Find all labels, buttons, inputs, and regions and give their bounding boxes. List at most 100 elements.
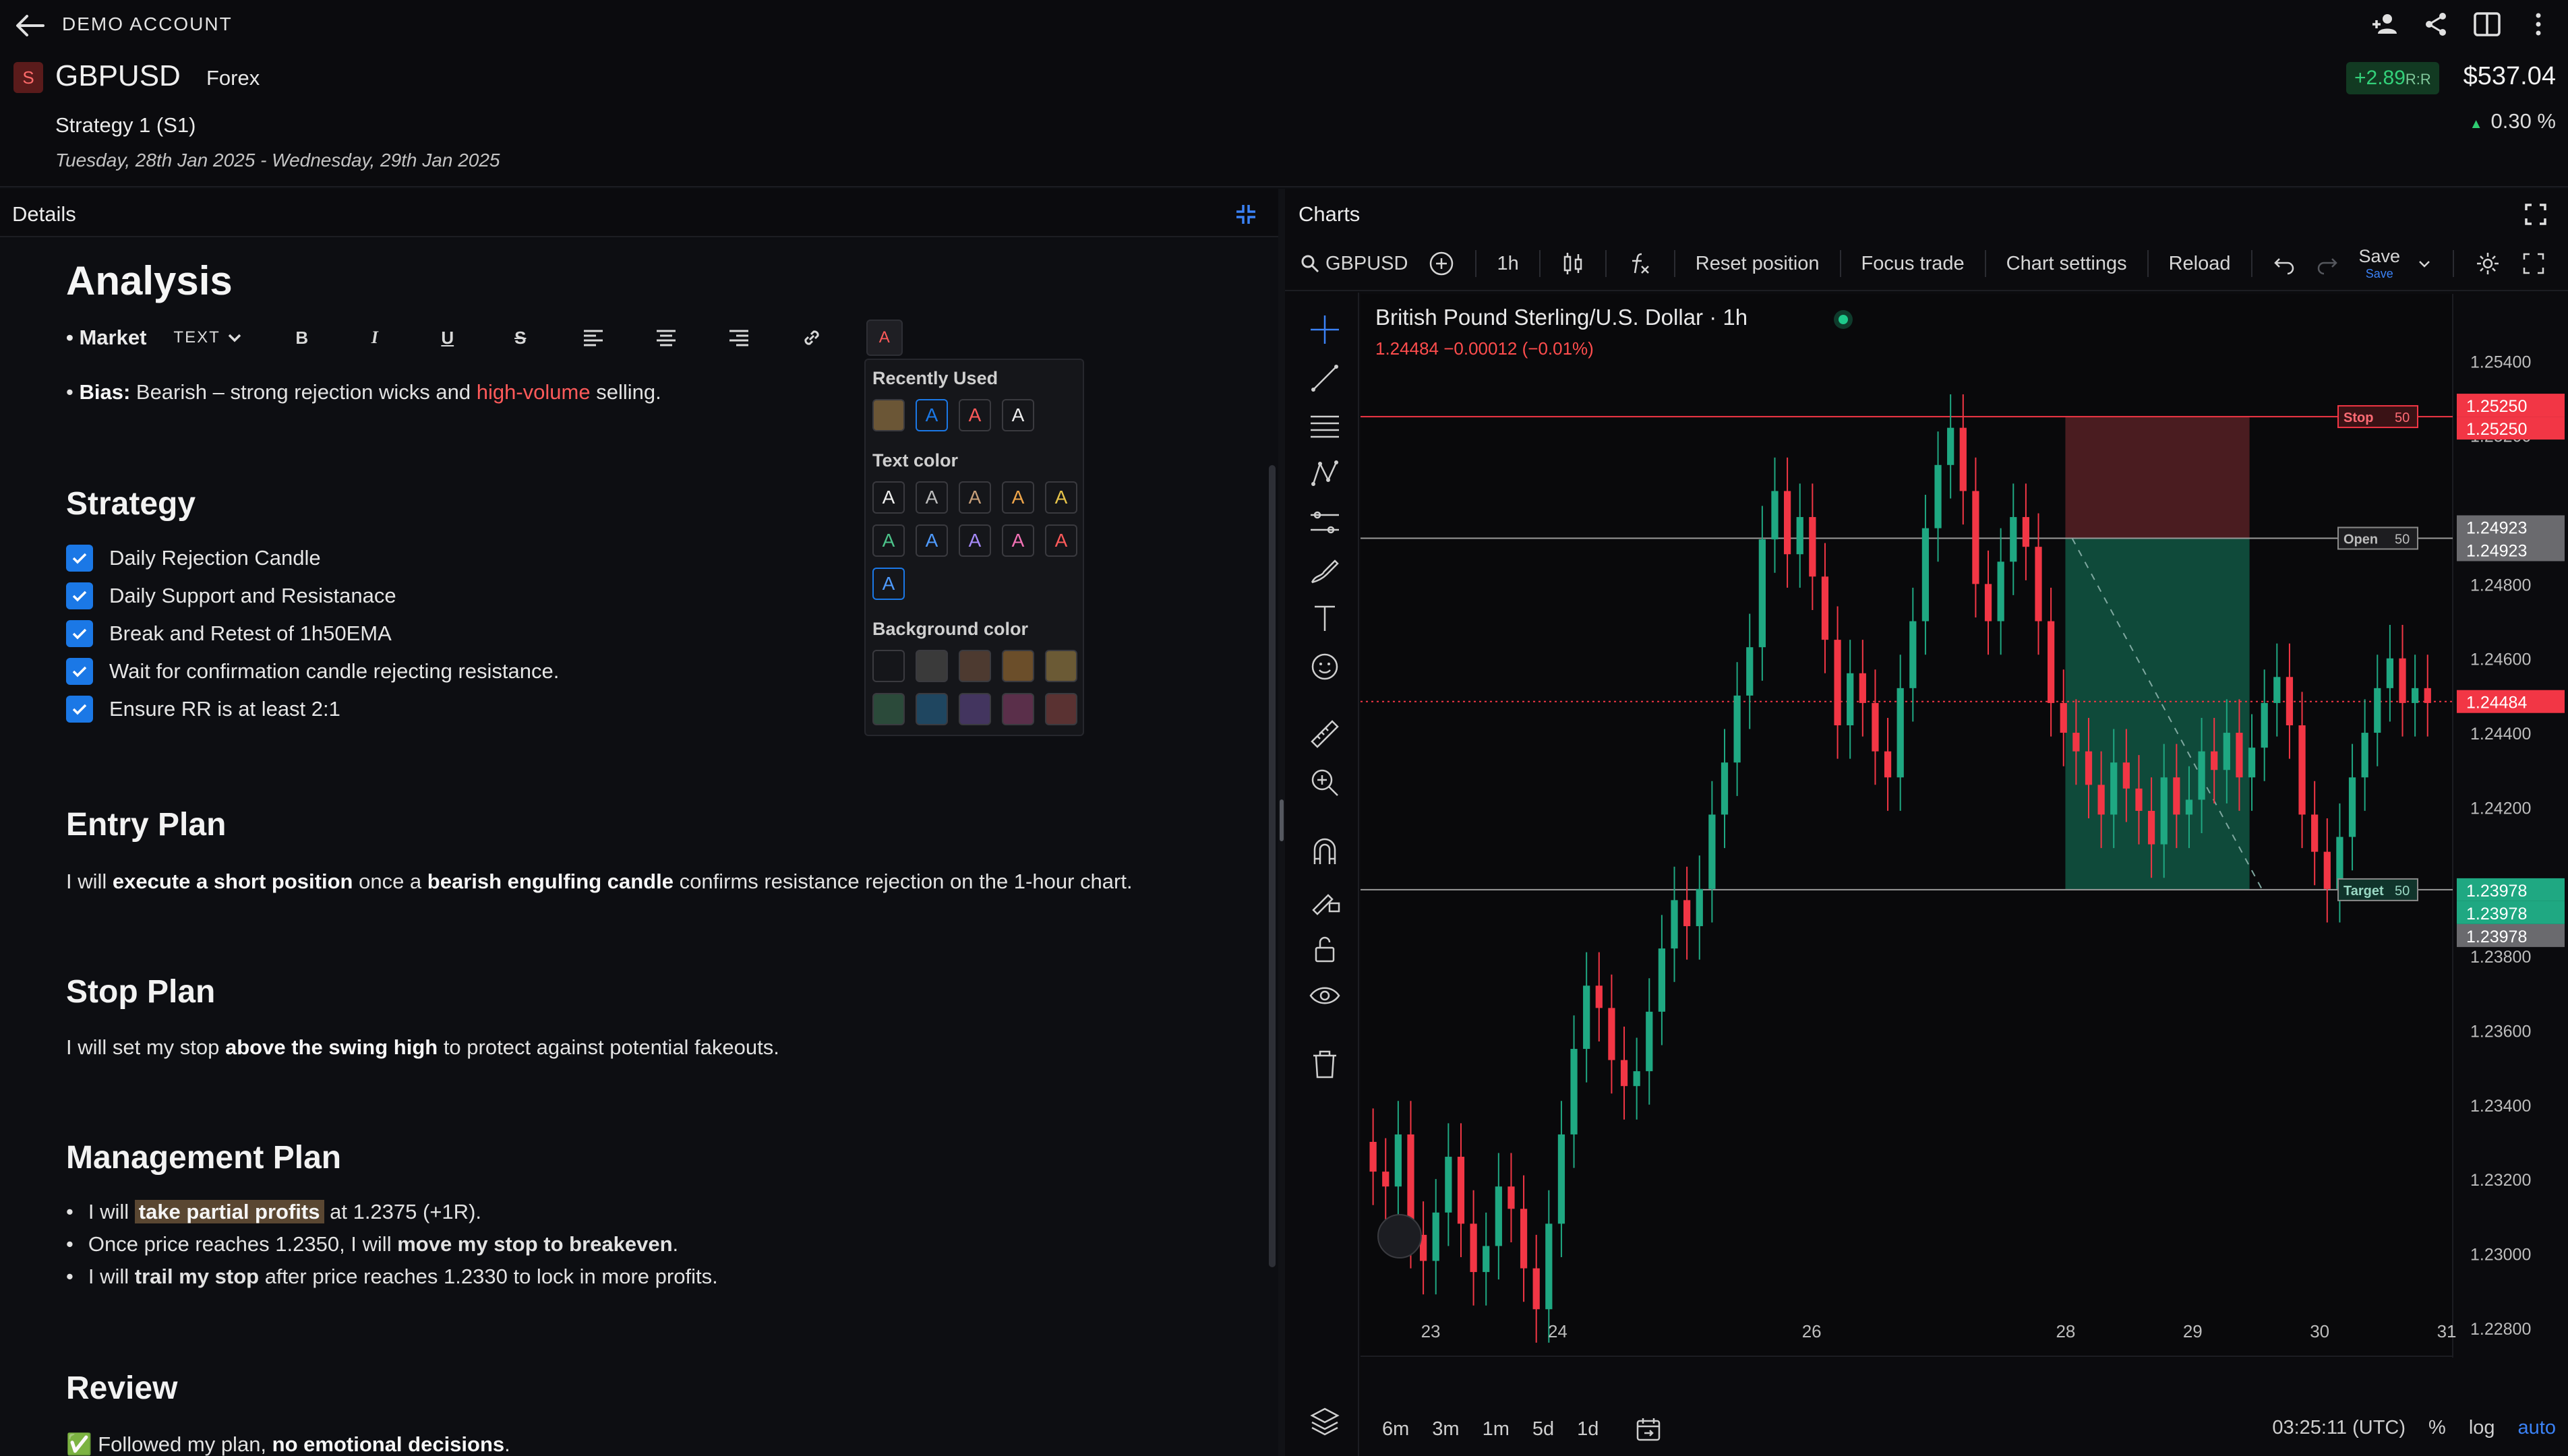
emoji-icon[interactable] [1308,650,1342,684]
forecast-icon[interactable] [1308,506,1342,539]
reload-button[interactable]: Reload [2169,253,2231,275]
auto-scale-toggle[interactable]: auto [2518,1417,2556,1439]
checkbox-checked-icon[interactable] [66,658,93,685]
background-color-swatch[interactable] [959,650,991,682]
text-color-swatch[interactable]: A [959,481,991,514]
layers-icon[interactable] [1308,1405,1342,1438]
background-color-swatch[interactable] [1002,650,1034,682]
checkbox-checked-icon[interactable] [66,545,93,572]
price-chart[interactable]: Stop50Open50Target501.254001.252001.2480… [1361,294,2568,1358]
background-color-swatch[interactable] [959,693,991,725]
text-color-swatch[interactable]: A [872,524,905,557]
text-style-dropdown[interactable]: TEXT [173,328,243,347]
recent-color-swatch[interactable] [872,399,905,431]
save-button[interactable]: Save Save [2359,246,2401,281]
text-color-swatch[interactable]: A [1045,481,1077,514]
background-color-swatch[interactable] [916,650,948,682]
candle-body [1696,888,1703,926]
text-color-swatch[interactable]: A [872,568,905,600]
recent-color-swatch[interactable]: A [916,399,948,431]
background-color-swatch[interactable] [1002,693,1034,725]
calendar-icon[interactable] [1635,1416,1662,1443]
share-icon[interactable] [2420,8,2452,40]
zoom-in-icon[interactable] [1308,766,1342,799]
align-right-button[interactable] [721,320,757,356]
back-arrow-icon[interactable] [13,12,46,39]
unlock-icon[interactable] [1308,932,1342,965]
reset-position-button[interactable]: Reset position [1696,253,1820,275]
link-button[interactable] [794,320,830,356]
range-button[interactable]: 5d [1532,1418,1554,1440]
background-color-swatch[interactable] [872,650,905,682]
text-color-swatch[interactable]: A [1045,524,1077,557]
more-options-icon[interactable] [2522,8,2555,40]
symbol-search[interactable]: GBPUSD [1300,253,1408,275]
ruler-icon[interactable] [1308,717,1342,751]
trash-icon[interactable] [1308,1048,1342,1081]
panel-resize-handle[interactable] [1280,799,1284,841]
brush-icon[interactable] [1308,554,1342,588]
bold-button[interactable]: B [284,320,320,356]
text-color-swatch[interactable]: A [1002,524,1034,557]
italic-button[interactable]: I [357,320,393,356]
add-user-icon[interactable] [2368,8,2401,40]
range-button[interactable]: 6m [1382,1418,1409,1440]
align-center-button[interactable] [648,320,684,356]
text-color-swatch[interactable]: A [872,481,905,514]
range-button[interactable]: 3m [1432,1418,1459,1440]
save-dropdown[interactable] [2416,255,2432,272]
trend-line-icon[interactable] [1308,361,1342,395]
chart-type-button[interactable] [1561,250,1585,277]
background-color-swatch[interactable] [916,693,948,725]
recent-color-swatch[interactable]: A [1002,399,1034,431]
chart-fullscreen-button[interactable] [2521,251,2546,276]
checklist-item[interactable]: Ensure RR is at least 2:1 [66,694,340,724]
lock-drawing-icon[interactable] [1308,883,1342,917]
candle-body [1583,985,1590,1050]
text-color-swatch[interactable]: A [916,524,948,557]
text-color-swatch[interactable]: A [1002,481,1034,514]
range-button[interactable]: 1d [1577,1418,1599,1440]
strikethrough-button[interactable]: S [502,320,539,356]
undo-button[interactable] [2273,252,2296,275]
checklist-item[interactable]: Daily Rejection Candle [66,543,321,573]
text-color-swatch[interactable]: A [916,481,948,514]
log-toggle[interactable]: log [2469,1417,2495,1439]
collapse-icon[interactable] [1234,202,1258,226]
fib-retracement-icon[interactable] [1308,408,1342,442]
text-tool-icon[interactable] [1308,601,1342,635]
utc-clock[interactable]: 03:25:11 (UTC) [2272,1417,2406,1439]
chart-gear-button[interactable] [2474,250,2501,277]
pattern-icon[interactable] [1308,457,1342,491]
checkbox-checked-icon[interactable] [66,696,93,723]
split-view-icon[interactable] [2471,8,2503,40]
range-button[interactable]: 1m [1483,1418,1510,1440]
recent-color-swatch[interactable]: A [959,399,991,431]
background-color-swatch[interactable] [1045,650,1077,682]
magnet-icon[interactable] [1308,835,1342,868]
entry-plan-text: I will execute a short position once a b… [66,870,1133,894]
checklist-item[interactable]: Wait for confirmation candle rejecting r… [66,657,559,686]
interval-button[interactable]: 1h [1497,253,1518,275]
chart-canvas[interactable]: Stop50Open50Target501.254001.252001.2480… [1361,294,2568,1358]
checkbox-checked-icon[interactable] [66,620,93,647]
compare-button[interactable] [1428,250,1455,277]
details-scrollbar[interactable] [1269,465,1276,1267]
checklist-item[interactable]: Break and Retest of 1h50EMA [66,619,392,648]
align-left-button[interactable] [575,320,611,356]
background-color-swatch[interactable] [1045,693,1077,725]
percent-toggle[interactable]: % [2428,1417,2446,1439]
background-color-swatch[interactable] [872,693,905,725]
indicators-button[interactable] [1627,250,1654,277]
checkbox-checked-icon[interactable] [66,582,93,609]
text-color-button[interactable]: A [866,320,903,356]
redo-button[interactable] [2316,252,2339,275]
focus-trade-button[interactable]: Focus trade [1861,253,1965,275]
fullscreen-icon[interactable] [2524,202,2548,226]
crosshair-icon[interactable] [1308,313,1342,346]
chart-settings-button[interactable]: Chart settings [2006,253,2127,275]
underline-button[interactable]: U [429,320,466,356]
text-color-swatch[interactable]: A [959,524,991,557]
checklist-item[interactable]: Daily Support and Resistanace [66,581,396,611]
eye-icon[interactable] [1308,979,1342,1012]
